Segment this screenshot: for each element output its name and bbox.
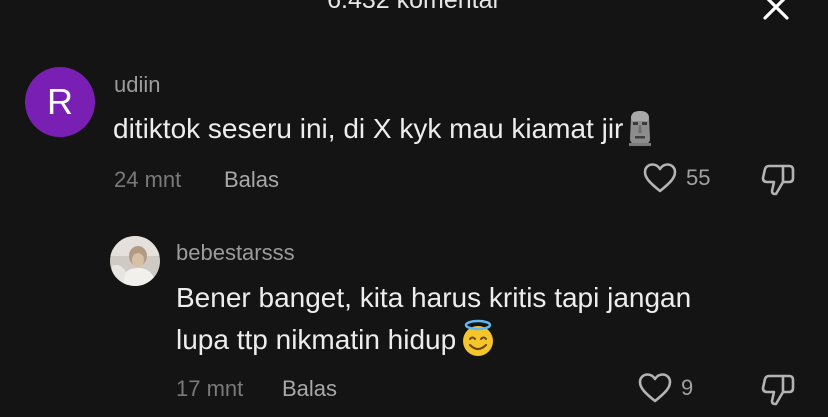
comments-count-title: 6.432 komentar: [327, 0, 501, 14]
thumbs-down-icon: [761, 164, 795, 196]
moai-emoji: [629, 110, 652, 146]
heart-outline-icon: [643, 163, 677, 193]
comment-text: ditiktok seseru ini, di X kyk mau kiamat…: [113, 107, 655, 151]
reply-text-line-2: lupa ttp nikmatin hidup: [176, 318, 497, 362]
close-button[interactable]: [756, 0, 796, 22]
reply-timestamp: 17 mnt: [176, 376, 244, 401]
reply-button[interactable]: Balas: [224, 167, 279, 193]
thumbs-down-icon: [761, 374, 795, 406]
like-button[interactable]: 55: [642, 162, 710, 194]
dislike-button[interactable]: [761, 372, 797, 411]
dislike-button[interactable]: [761, 162, 797, 201]
like-count: 9: [681, 375, 694, 400]
comment-text-content: ditiktok seseru ini, di X kyk mau kiamat…: [113, 113, 624, 144]
reply-text-content: lupa ttp nikmatin hidup: [176, 324, 457, 355]
reply-button[interactable]: Balas: [282, 376, 337, 402]
comment-username[interactable]: udiin: [114, 72, 160, 98]
close-icon: [763, 0, 789, 20]
avatar[interactable]: [110, 236, 160, 286]
like-button[interactable]: 9: [637, 372, 693, 404]
reply-text-line-1: Bener banget, kita harus kritis tapi jan…: [176, 282, 692, 313]
heart-outline-icon: [638, 373, 672, 403]
avatar-photo-image: [110, 236, 160, 286]
reply-username[interactable]: bebestarsss: [176, 240, 295, 266]
avatar-letter: R: [47, 81, 73, 122]
like-count: 55: [686, 165, 711, 190]
smiling-face-with-halo-emoji: [463, 319, 494, 356]
avatar[interactable]: R: [25, 67, 95, 137]
comment-timestamp: 24 mnt: [114, 167, 182, 192]
